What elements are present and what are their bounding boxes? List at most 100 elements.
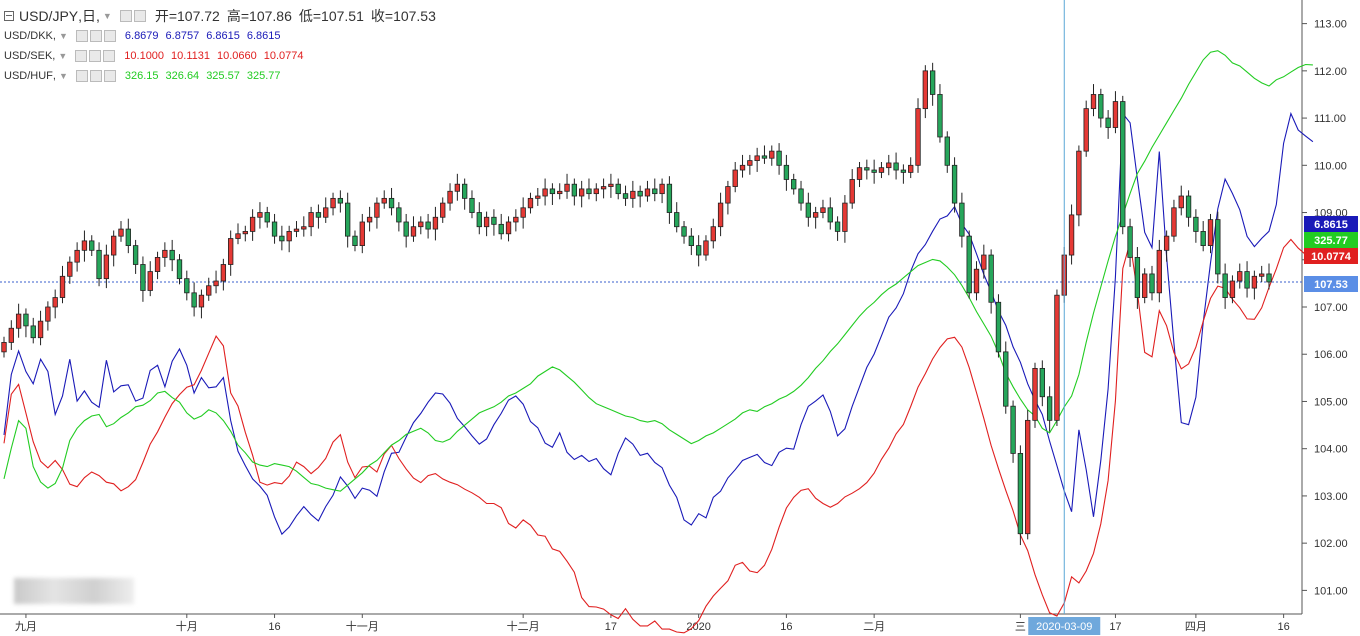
- candle: [681, 221, 687, 244]
- candle-body: [1207, 219, 1214, 247]
- candle-body: [776, 150, 782, 166]
- candle-body: [615, 183, 621, 195]
- candle-body: [717, 202, 724, 228]
- candle: [871, 159, 877, 184]
- candle: [520, 197, 526, 229]
- eye-icon[interactable]: [75, 70, 88, 82]
- candle-body: [242, 231, 248, 235]
- candle: [674, 202, 680, 233]
- candle: [498, 213, 504, 240]
- candle: [783, 154, 790, 191]
- chart-canvas[interactable]: 101.00 102.00 103.00 104.00 105.00 106.00 107.…: [0, 0, 1360, 636]
- candle-body: [103, 254, 110, 280]
- candle: [557, 183, 563, 200]
- x-tick-label: 2020: [686, 621, 710, 633]
- gear-icon[interactable]: [89, 30, 102, 42]
- candle: [505, 216, 512, 242]
- y-tick-label: 110.00: [1314, 160, 1347, 172]
- y-tick-label: 104.00: [1314, 444, 1348, 456]
- close-icon[interactable]: [103, 50, 116, 62]
- candle: [725, 180, 731, 215]
- legend-overlay-row: USD/DKK, ▼ 6.8679 6.8757 6.8615 6.8615: [4, 30, 281, 42]
- candle-body: [52, 297, 58, 308]
- candle-body: [337, 197, 344, 204]
- candle: [315, 204, 322, 229]
- candle-body: [1120, 101, 1126, 228]
- price-badges: 6.8615 325.77 10.0774 107.53: [1304, 216, 1358, 292]
- candle: [425, 213, 431, 239]
- candle-body: [1098, 94, 1104, 119]
- candle: [1244, 261, 1250, 298]
- candle: [352, 230, 358, 252]
- candle: [527, 192, 534, 214]
- candle-body: [527, 197, 534, 209]
- legend-overlay-value: 10.1131: [171, 50, 210, 62]
- candle-body: [659, 183, 665, 195]
- close-icon[interactable]: [103, 70, 116, 82]
- candle: [849, 169, 855, 209]
- candle-body: [418, 221, 424, 228]
- legend-overlay-value: 10.0774: [263, 50, 304, 62]
- gear-icon[interactable]: [89, 50, 102, 62]
- overlay-series-lines: [0, 50, 1314, 634]
- candle: [908, 157, 914, 179]
- gear-icon[interactable]: [89, 70, 102, 82]
- candle-body: [476, 212, 482, 228]
- candle: [1215, 211, 1221, 284]
- chevron-down-icon[interactable]: ▼: [58, 51, 67, 61]
- candle: [440, 197, 446, 223]
- candle-body: [988, 254, 994, 303]
- candle-body: [374, 202, 380, 218]
- legend-overlay-symbol: USD/HUF: [4, 70, 53, 82]
- eye-icon[interactable]: [75, 30, 88, 42]
- candle-body: [447, 190, 453, 204]
- eye-icon[interactable]: [119, 10, 132, 22]
- candle: [1229, 275, 1236, 304]
- candle-body: [410, 226, 417, 237]
- legend-overlay-value: 325.57: [206, 70, 240, 82]
- chevron-down-icon[interactable]: ▼: [103, 11, 112, 21]
- collapse-icon[interactable]: [4, 11, 14, 21]
- candle-body: [820, 207, 826, 213]
- candle: [279, 225, 285, 251]
- candle: [600, 178, 607, 199]
- candle-body: [666, 183, 673, 213]
- candle-body: [96, 249, 102, 280]
- candle-body: [323, 207, 329, 218]
- candle-body: [652, 188, 658, 195]
- x-tick-label: 九月: [15, 620, 37, 633]
- candle: [747, 154, 753, 175]
- candle: [586, 178, 592, 200]
- candle-body: [542, 188, 548, 197]
- candle-body: [169, 249, 175, 261]
- candle: [337, 190, 344, 213]
- candle: [878, 162, 885, 179]
- x-tick-label: 十二月: [507, 619, 540, 633]
- candle: [249, 209, 256, 241]
- price-badge-label: 107.53: [1314, 279, 1348, 291]
- chevron-down-icon[interactable]: ▼: [59, 31, 68, 41]
- chevron-down-icon[interactable]: ▼: [59, 71, 68, 81]
- gear-icon[interactable]: [133, 10, 146, 22]
- axes: 101.00 102.00 103.00 104.00 105.00 106.00 107.…: [0, 0, 1348, 633]
- close-icon[interactable]: [103, 30, 116, 42]
- candle-body: [1229, 280, 1236, 298]
- candle-body: [220, 264, 227, 282]
- candle-body: [637, 190, 643, 197]
- x-tick-label: 16: [1277, 621, 1289, 633]
- candle: [476, 202, 482, 235]
- eye-icon[interactable]: [75, 50, 88, 62]
- candle-body: [381, 197, 387, 204]
- x-tick-label: 四月: [1185, 621, 1207, 633]
- candle-body: [915, 108, 921, 166]
- crosshair: 2020-03-09: [1028, 0, 1101, 635]
- candle-body: [23, 313, 29, 327]
- candle: [637, 185, 643, 208]
- candle: [45, 301, 51, 331]
- x-tick-label: 16: [268, 621, 280, 633]
- candle-body: [132, 245, 139, 265]
- candle-body: [929, 70, 936, 95]
- y-tick-label: 106.00: [1314, 349, 1348, 361]
- candle: [915, 98, 921, 173]
- candle-body: [1156, 249, 1162, 294]
